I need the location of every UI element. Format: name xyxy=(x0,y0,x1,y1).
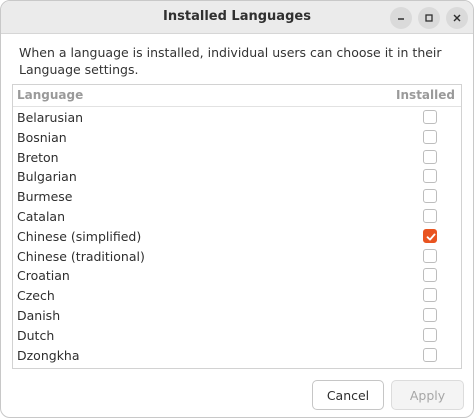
header-installed[interactable]: Installed xyxy=(396,88,455,102)
installed-checkbox[interactable] xyxy=(423,228,437,243)
close-button[interactable] xyxy=(446,7,468,29)
installed-checkbox[interactable] xyxy=(423,169,437,184)
installed-checkbox[interactable] xyxy=(423,248,437,263)
language-name: Belarusian xyxy=(17,110,84,125)
minimize-button[interactable] xyxy=(390,7,412,29)
titlebar[interactable]: Installed Languages xyxy=(1,1,473,34)
language-row[interactable]: Czech xyxy=(13,286,461,306)
installed-languages-window: Installed Languages When a language is i… xyxy=(0,0,474,418)
minimize-icon xyxy=(398,18,404,20)
language-row[interactable]: Catalan xyxy=(13,207,461,227)
installed-checkbox[interactable] xyxy=(423,327,437,342)
language-name: Dzongkha xyxy=(17,347,80,363)
installed-checkbox[interactable] xyxy=(423,307,437,322)
language-row[interactable]: Dutch xyxy=(13,326,461,346)
language-row[interactable]: Danish xyxy=(13,306,461,326)
maximize-button[interactable] xyxy=(418,7,440,29)
language-row[interactable]: Croatian xyxy=(13,266,461,286)
installed-checkbox[interactable] xyxy=(423,189,437,204)
language-name: Croatian xyxy=(17,268,70,284)
language-name: Dutch xyxy=(17,327,55,343)
language-row[interactable]: Belarusian xyxy=(13,108,461,128)
language-row[interactable]: Chinese (simplified) xyxy=(13,227,461,247)
language-name: Breton xyxy=(17,149,59,165)
language-row[interactable]: Chinese (traditional) xyxy=(13,247,461,267)
installed-checkbox[interactable] xyxy=(423,149,437,164)
language-name: Catalan xyxy=(17,208,66,224)
apply-button[interactable]: Apply xyxy=(391,380,464,410)
list-header: Language Installed xyxy=(13,85,461,107)
close-icon xyxy=(453,14,461,22)
installed-checkbox[interactable] xyxy=(423,347,437,362)
description-text: When a language is installed, individual… xyxy=(19,45,442,77)
language-row[interactable]: Bulgarian xyxy=(13,167,461,187)
language-name: Czech xyxy=(17,288,55,304)
installed-checkbox[interactable] xyxy=(423,268,437,283)
cancel-button[interactable]: Cancel xyxy=(312,380,384,410)
language-name: Bosnian xyxy=(17,129,67,145)
language-name: Danish xyxy=(17,307,61,323)
installed-checkbox[interactable] xyxy=(423,110,437,124)
maximize-icon xyxy=(425,14,433,22)
language-name: Bulgarian xyxy=(17,169,77,185)
installed-checkbox[interactable] xyxy=(423,208,437,223)
action-bar: Cancel Apply xyxy=(1,374,473,417)
header-language[interactable]: Language xyxy=(17,88,83,102)
language-name: Chinese (simplified) xyxy=(17,228,142,244)
checkmark-icon xyxy=(426,233,436,241)
language-name: Burmese xyxy=(17,189,73,205)
installed-checkbox[interactable] xyxy=(423,288,437,303)
installed-checkbox[interactable] xyxy=(423,129,437,144)
language-row-partial xyxy=(13,365,461,369)
language-row[interactable]: Bosnian xyxy=(13,128,461,148)
language-row[interactable]: Burmese xyxy=(13,187,461,207)
language-row[interactable]: Breton xyxy=(13,148,461,168)
installed-checkbox[interactable] xyxy=(423,368,437,369)
language-rows: Belarusian Bosnian Breton Bulgarian Burmese C… xyxy=(13,108,461,369)
language-name: Chinese (traditional) xyxy=(17,248,145,264)
language-row[interactable]: Dzongkha xyxy=(13,346,461,366)
language-list[interactable]: Language Installed Belarusian Bosnian Bret… xyxy=(12,84,462,369)
